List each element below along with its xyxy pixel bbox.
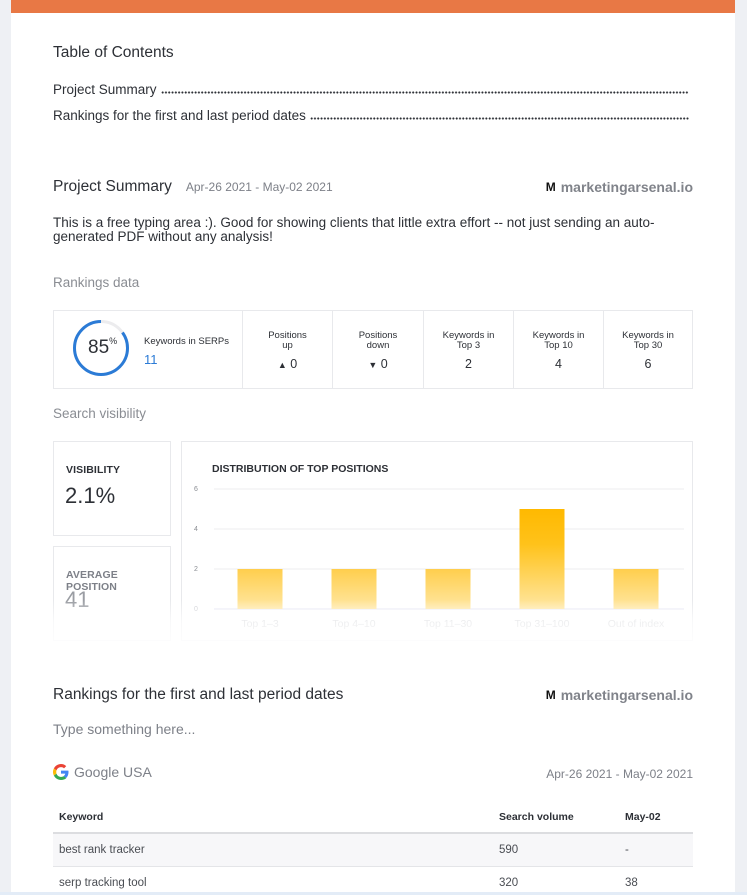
brand-name: marketingarsenal.io bbox=[560, 179, 693, 195]
arrow-down-icon: ▼ bbox=[368, 360, 378, 370]
toc-link-project-summary[interactable]: Project Summary bbox=[53, 79, 689, 97]
bar-2[interactable] bbox=[425, 569, 471, 609]
brand: M marketingarsenal.io bbox=[546, 687, 693, 703]
positions-up-value: 0 bbox=[290, 357, 298, 371]
average-position-value: 41 bbox=[65, 587, 90, 612]
rankings-data-label: Rankings data bbox=[53, 275, 140, 290]
gauge-number: 85 bbox=[88, 337, 110, 358]
keywords-in-serps-cell: 85% Keywords in SERPs 11 bbox=[54, 311, 242, 388]
bar-4[interactable] bbox=[613, 569, 659, 609]
distribution-bar-chart: 0 2 4 6 Top 1–3 Top 4–10 Top 11–30 Top 31–100 O… bbox=[194, 486, 684, 630]
search-engine: Google USA bbox=[53, 764, 152, 780]
y-tick-label: 0 bbox=[194, 606, 198, 613]
column-header-keyword[interactable]: Keyword bbox=[53, 802, 493, 834]
average-position-card: AVERAGE POSITION 41 bbox=[53, 546, 171, 641]
brand-logo-icon: M bbox=[545, 180, 556, 194]
cell-label: Positions down bbox=[358, 330, 398, 351]
keywords-in-serps-label: Keywords in SERPs bbox=[144, 336, 230, 347]
cell-value: 6 bbox=[644, 357, 652, 371]
google-logo-icon bbox=[53, 764, 69, 780]
bar-1[interactable] bbox=[331, 569, 377, 609]
toc-item-label: Project Summary bbox=[53, 82, 157, 97]
toc-link-rankings[interactable]: Rankings for the first and last period d… bbox=[53, 105, 689, 123]
header-accent-band bbox=[11, 0, 735, 13]
visibility-value: 2.1% bbox=[65, 483, 116, 508]
percent-sign: % bbox=[109, 335, 118, 346]
table-row: serp tracking tool 320 38 bbox=[53, 866, 693, 895]
gauge-value: 85% bbox=[88, 335, 118, 359]
cell-label: Keywords in Top 10 bbox=[532, 330, 585, 351]
keywords-top30-cell: Keywords in Top 30 6 bbox=[603, 311, 692, 388]
brand-name: marketingarsenal.io bbox=[560, 687, 693, 703]
keyword-cell: best rank tracker bbox=[53, 833, 493, 867]
cell-label: Positions up bbox=[268, 330, 307, 351]
positions-down-value: 0 bbox=[380, 357, 388, 371]
x-tick-label: Top 1–3 bbox=[241, 618, 279, 630]
cell-label: Keywords in Top 3 bbox=[442, 330, 495, 351]
positions-down-cell: Positions down ▼ 0 bbox=[332, 311, 423, 388]
project-summary-header: Project Summary Apr-26 2021 - May-02 202… bbox=[53, 178, 333, 196]
x-tick-label: Top 31–100 bbox=[515, 618, 570, 630]
search-visibility-label: Search visibility bbox=[53, 406, 147, 421]
cell-value: 2 bbox=[465, 357, 472, 371]
x-tick-label: Top 11–30 bbox=[424, 618, 472, 630]
notes-input[interactable]: Type something here... bbox=[53, 721, 195, 737]
bar-0[interactable] bbox=[237, 569, 283, 609]
position-cell: - bbox=[619, 833, 693, 867]
search-engine-name: Google USA bbox=[74, 764, 152, 780]
cell-value: 4 bbox=[555, 357, 562, 371]
cell-value: ▼ 0 bbox=[368, 357, 387, 371]
position-cell: 38 bbox=[619, 866, 693, 895]
positions-up-cell: Positions up ▲ 0 bbox=[242, 311, 332, 388]
keywords-in-serps-value: 11 bbox=[144, 352, 158, 367]
brand-logo-icon: M bbox=[545, 688, 556, 702]
cell-value: ▲ 0 bbox=[278, 357, 297, 371]
rankings-section-title: Rankings for the first and last period d… bbox=[53, 686, 344, 703]
y-tick-label: 4 bbox=[194, 526, 198, 533]
table-row: best rank tracker 590 - bbox=[53, 833, 693, 867]
rankings-data-panel: 85% Keywords in SERPs 11 Positions up ▲ … bbox=[53, 310, 693, 389]
column-header-date[interactable]: May-02 bbox=[619, 802, 693, 834]
distribution-chart-card: DISTRIBUTION OF TOP POSITIONS 0246 Top 1… bbox=[181, 441, 693, 641]
cell-label: Keywords in Top 30 bbox=[622, 330, 674, 351]
column-header-search-volume[interactable]: Search volume bbox=[493, 802, 619, 834]
keywords-top10-cell: Keywords in Top 10 4 bbox=[513, 311, 603, 388]
y-tick-label: 6 bbox=[194, 486, 198, 493]
report-page: Table of Contents Project Summary Rankin… bbox=[11, 0, 735, 895]
toc-item-label: Rankings for the first and last period d… bbox=[53, 108, 306, 123]
arrow-up-icon: ▲ bbox=[277, 360, 287, 370]
section-title: Project Summary bbox=[53, 178, 172, 195]
table-date-range: Apr-26 2021 - May-02 2021 bbox=[546, 767, 693, 781]
keywords-top3-cell: Keywords in Top 3 2 bbox=[423, 311, 513, 388]
rankings-table: Keyword Search volume May-02 best rank t… bbox=[53, 802, 693, 895]
table-header-row: Keyword Search volume May-02 bbox=[53, 802, 693, 834]
dot-leader bbox=[160, 90, 689, 94]
brand: M marketingarsenal.io bbox=[546, 179, 693, 195]
toc-title: Table of Contents bbox=[53, 44, 174, 61]
y-tick-label: 2 bbox=[194, 566, 198, 573]
visibility-label: VISIBILITY bbox=[66, 464, 121, 476]
date-range: Apr-26 2021 - May-02 2021 bbox=[185, 180, 333, 194]
dot-leader bbox=[309, 116, 689, 120]
free-typing-area[interactable]: This is a free typing area :). Good for … bbox=[53, 216, 693, 244]
keyword-cell: serp tracking tool bbox=[53, 866, 493, 895]
bar-3[interactable] bbox=[519, 509, 565, 609]
search-volume-cell: 590 bbox=[493, 833, 619, 867]
x-tick-label: Top 4–10 bbox=[332, 618, 375, 630]
x-tick-label: Out of index bbox=[608, 618, 665, 630]
search-volume-cell: 320 bbox=[493, 866, 619, 895]
visibility-card: VISIBILITY 2.1% bbox=[53, 441, 171, 536]
